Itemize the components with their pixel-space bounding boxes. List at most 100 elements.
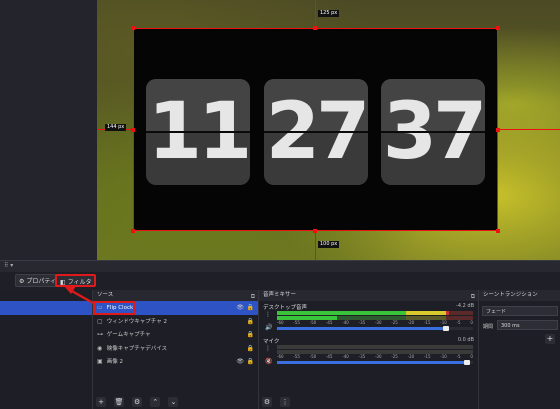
scale-tick-label: -45 xyxy=(325,354,333,359)
gear-icon: ⚙ xyxy=(19,278,25,285)
scale-tick-label: -10 xyxy=(440,320,447,325)
source-label: 画像 2 xyxy=(106,359,123,365)
lock-icon[interactable]: 🔒 xyxy=(247,328,254,342)
audio-mixer-dock: 音声ミキサー ⧉ デスクトップ音声 -4.2 dB ⋮ -60 -55 -50 -45… xyxy=(258,290,478,409)
source-item-flip-clock[interactable]: ▭ Flip Clock 👁 🔒 xyxy=(93,301,258,315)
volume-knob[interactable] xyxy=(464,360,471,365)
scale-tick-label: -5 xyxy=(456,320,461,325)
scale-tick-label: -20 xyxy=(407,320,415,325)
second-digits: 37 xyxy=(382,87,485,177)
scale-tick-label: -35 xyxy=(358,320,366,325)
source-item-image[interactable]: ▣ 画像 2 👁 🔒 xyxy=(93,355,258,369)
flip-clock-source[interactable]: 11 27 37 xyxy=(133,28,498,231)
duration-input[interactable]: 300 ms xyxy=(497,320,558,330)
hour-card: 11 xyxy=(146,79,250,185)
speaker-icon[interactable]: 🔊 xyxy=(265,324,272,331)
scale-tick-label: -25 xyxy=(391,320,398,325)
scale-tick-label: -35 xyxy=(358,354,366,359)
more-options-icon[interactable]: ⋮ xyxy=(265,345,271,352)
hour-digits: 11 xyxy=(147,87,250,177)
channel-db-desktop: -4.2 dB xyxy=(456,303,474,309)
minute-digits: 27 xyxy=(265,87,368,177)
source-label: 映像キャプチャデバイス xyxy=(106,345,168,352)
volume-slider-mic[interactable] xyxy=(277,360,473,365)
obs-window: 11 27 37 125 px 144 px 100 px ⠿ ▾ ⚙ プロパテ… xyxy=(0,0,560,409)
mixer-title: 音声ミキサー xyxy=(263,292,297,298)
level-meter-mic xyxy=(277,345,473,349)
add-source-button[interactable]: + xyxy=(96,397,106,407)
scale-tick-label: -10 xyxy=(440,354,447,359)
move-down-button[interactable]: ⌄ xyxy=(168,397,179,407)
source-list: ▭ Flip Clock 👁 🔒 ▢ ウィンドウキャプチャ 2 🔒 ⊶ ゲームキ… xyxy=(93,301,258,369)
remove-source-button[interactable]: 🗑 xyxy=(114,397,125,407)
display-icon: ▭ xyxy=(97,304,103,311)
volume-fill xyxy=(277,327,446,330)
lock-icon[interactable]: 🔒 xyxy=(247,315,254,329)
muted-speaker-icon[interactable]: 🔇 xyxy=(265,358,272,365)
scene-selection-highlight[interactable] xyxy=(0,301,92,315)
scale-tick-label: -40 xyxy=(342,354,349,359)
mixer-header: 音声ミキサー ⧉ xyxy=(259,290,478,301)
source-item-video-capture[interactable]: ◉ 映像キャプチャデバイス 🔒 xyxy=(93,342,258,356)
mixer-menu-button[interactable]: ⋮ xyxy=(280,397,291,407)
db-scale: -60 -55 -50 -45 -40 -35 -30 -25 -20 -15 -10 -5 0 xyxy=(277,354,473,359)
source-item-window-capture[interactable]: ▢ ウィンドウキャプチャ 2 🔒 xyxy=(93,315,258,329)
scale-tick-label: -20 xyxy=(407,354,415,359)
scale-tick-label: -15 xyxy=(423,320,431,325)
scale-tick-label: -15 xyxy=(423,354,431,359)
filters-button[interactable]: ◧ フィルタ xyxy=(55,274,97,287)
dock-menu-icon[interactable]: ⠿ ▾ xyxy=(4,262,13,269)
sources-dock: ソース ⧉ ▭ Flip Clock 👁 🔒 ▢ ウィンドウキャプチャ 2 🔒 … xyxy=(92,290,258,409)
move-up-button[interactable]: ⌃ xyxy=(150,397,161,407)
resize-handle-r[interactable] xyxy=(496,128,500,132)
scale-tick-label: -55 xyxy=(293,320,300,325)
add-transition-button[interactable]: + xyxy=(545,334,555,344)
scene-transitions-dock: シーントランジション フェード 期間 300 ms + xyxy=(478,290,560,409)
visibility-eye-icon[interactable]: 👁 xyxy=(236,355,244,369)
resize-handle-bl[interactable] xyxy=(131,229,135,233)
undock-icon[interactable]: ⧉ xyxy=(471,291,475,302)
channel-name-mic: マイク xyxy=(263,339,280,345)
scale-tick-label: -40 xyxy=(342,320,349,325)
scale-tick-label: -60 xyxy=(277,354,284,359)
resize-handle-br[interactable] xyxy=(496,229,500,233)
filter-icon: ◧ xyxy=(60,279,66,286)
volume-knob[interactable] xyxy=(442,326,449,331)
meter-segment xyxy=(445,345,473,349)
dim-label-top: 125 px xyxy=(318,10,340,17)
lock-icon[interactable]: 🔒 xyxy=(247,301,254,315)
advanced-audio-button[interactable]: ⚙ xyxy=(262,397,272,407)
level-meter-desktop xyxy=(277,311,473,315)
resize-handle-tl[interactable] xyxy=(131,26,135,30)
properties-button[interactable]: ⚙ プロパティ xyxy=(15,274,60,287)
db-scale: -60 -55 -50 -45 -40 -35 -30 -25 -20 -15 -10 -5 0 xyxy=(277,320,473,325)
lock-icon[interactable]: 🔒 xyxy=(247,342,254,356)
dock-separator: ⠿ ▾ xyxy=(0,260,560,272)
dim-label-bottom: 100 px xyxy=(318,241,340,248)
image-icon: ▣ xyxy=(97,358,103,365)
source-item-game-capture[interactable]: ⊶ ゲームキャプチャ 🔒 xyxy=(93,328,258,342)
meter-lit-segment xyxy=(406,311,446,315)
volume-slider-desktop[interactable] xyxy=(277,326,473,331)
lock-icon[interactable]: 🔒 xyxy=(247,355,254,369)
resize-handle-tr[interactable] xyxy=(496,26,500,30)
sources-footer: + 🗑 ⚙ ⌃ ⌄ xyxy=(93,389,258,407)
more-options-icon[interactable]: ⋮ xyxy=(265,311,271,318)
left-panel xyxy=(0,0,97,260)
meter-segment xyxy=(445,311,473,315)
resize-handle-t[interactable] xyxy=(313,26,317,30)
meter-lit-segment xyxy=(277,311,407,315)
resize-handle-l[interactable] xyxy=(131,128,135,132)
resize-handle-b[interactable] xyxy=(313,229,317,233)
meter-segment xyxy=(277,345,407,349)
second-card: 37 xyxy=(381,79,485,185)
scale-tick-label: -50 xyxy=(309,354,317,359)
source-toolbar: ⚙ プロパティ ◧ フィルタ xyxy=(0,272,560,290)
source-label: Flip Clock xyxy=(106,305,134,311)
scale-tick-label: -60 xyxy=(277,320,284,325)
channel-db-mic: 0.0 dB xyxy=(457,337,474,343)
transition-type-select[interactable]: フェード xyxy=(482,306,558,316)
source-label: ゲームキャプチャ xyxy=(106,332,151,338)
source-settings-button[interactable]: ⚙ xyxy=(132,397,143,407)
visibility-eye-icon[interactable]: 👁 xyxy=(236,301,244,315)
